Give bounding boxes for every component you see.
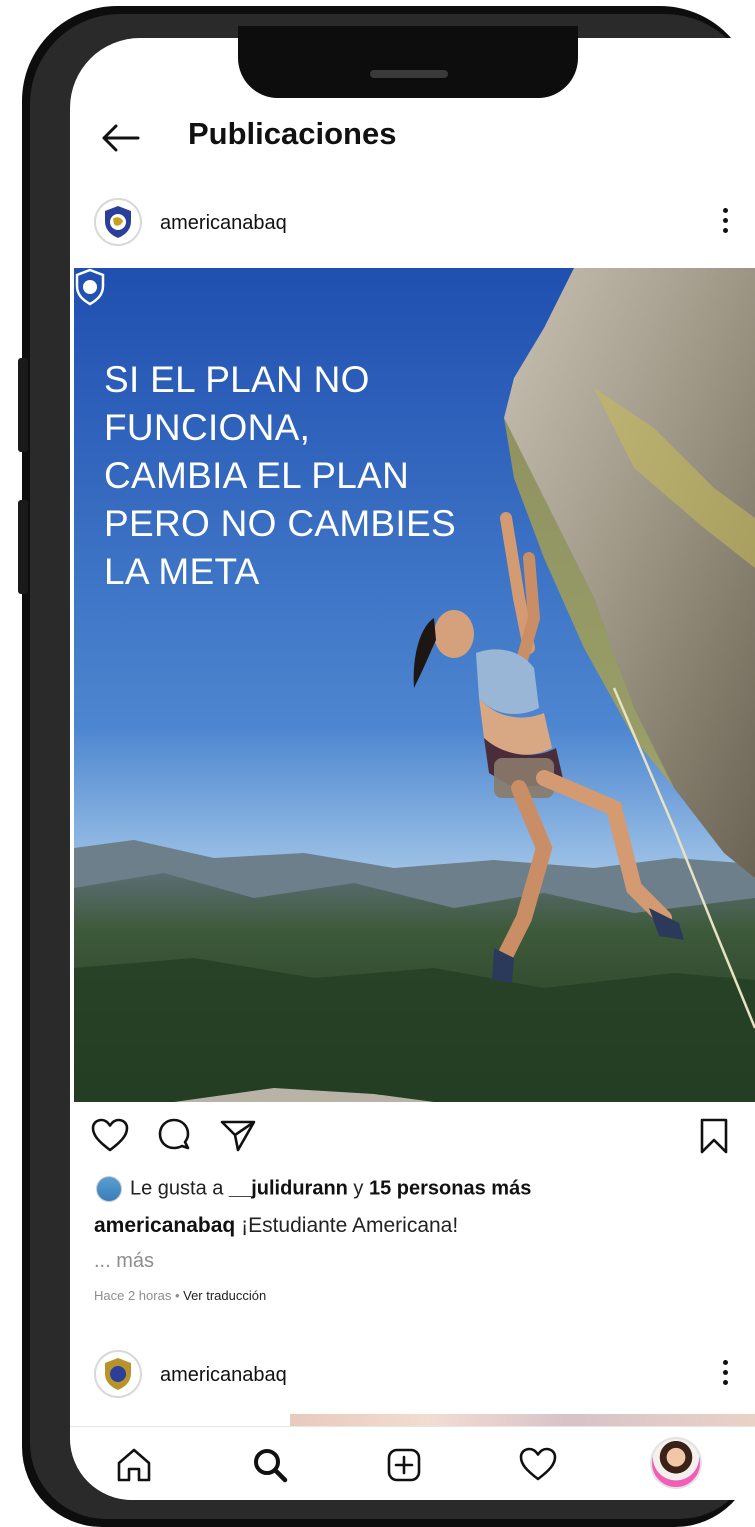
likes-count[interactable]: 15 personas más — [369, 1177, 531, 1199]
post-actions — [90, 1116, 740, 1158]
activity-heart-icon[interactable] — [518, 1445, 558, 1485]
post-image[interactable]: SI EL PLAN NO FUNCIONA, CAMBIA EL PLAN P… — [74, 268, 755, 1102]
profile-avatar[interactable] — [650, 1437, 702, 1489]
post-avatar[interactable] — [94, 1350, 142, 1398]
post-avatar[interactable] — [94, 198, 142, 246]
likes-summary[interactable]: Le gusta a __julidurann y 15 personas má… — [96, 1176, 531, 1202]
shield-logo-icon — [105, 206, 131, 238]
phone-notch — [238, 26, 578, 98]
phone-screen: Publicaciones americanabaq SI EL PLAN NO… — [70, 38, 755, 1500]
quote-line: FUNCIONA, — [104, 407, 311, 448]
heart-icon[interactable] — [90, 1116, 130, 1156]
shield-logo-icon — [105, 1358, 131, 1390]
comment-icon[interactable] — [154, 1116, 194, 1156]
quote-line: SI EL PLAN NO — [104, 359, 370, 400]
caption-username[interactable]: americanabaq — [94, 1214, 235, 1237]
quote-line: PERO NO CAMBIES — [104, 503, 456, 544]
caption-text: ¡Estudiante Americana! — [235, 1214, 459, 1237]
more-vertical-icon[interactable] — [722, 208, 730, 238]
bookmark-icon[interactable] — [694, 1116, 734, 1156]
quote-line: CAMBIA EL PLAN — [104, 455, 410, 496]
next-post-image-peek — [290, 1414, 755, 1426]
post-username[interactable]: americanabaq — [160, 1364, 287, 1387]
post-timestamp: Hace 2 horas • Ver traducción — [94, 1288, 266, 1303]
quote-line: LA META — [104, 551, 260, 592]
time-ago: Hace 2 horas — [94, 1288, 172, 1303]
search-icon[interactable] — [250, 1445, 290, 1485]
liker-username[interactable]: __julidurann — [229, 1177, 348, 1199]
back-arrow-icon[interactable] — [98, 120, 142, 156]
post-caption: americanabaq ¡Estudiante Americana! — [94, 1214, 458, 1238]
home-icon[interactable] — [114, 1445, 154, 1485]
volume-down-button — [18, 500, 28, 594]
send-icon[interactable] — [218, 1116, 258, 1156]
time-separator: • — [171, 1288, 184, 1303]
post-header: americanabaq — [94, 198, 744, 250]
translate-link[interactable]: Ver traducción — [183, 1288, 266, 1303]
likes-prefix: Le gusta a — [130, 1177, 229, 1200]
post-username[interactable]: americanabaq — [160, 212, 287, 235]
phone-speaker — [370, 70, 448, 78]
likes-and: y — [347, 1177, 369, 1200]
next-post-header: americanabaq — [94, 1350, 744, 1402]
watermark-shield-icon — [75, 268, 105, 306]
post-quote: SI EL PLAN NO FUNCIONA, CAMBIA EL PLAN P… — [104, 356, 514, 596]
caption-more-link[interactable]: ... más — [94, 1250, 154, 1273]
add-post-icon[interactable] — [384, 1445, 424, 1485]
volume-up-button — [18, 358, 28, 452]
bottom-navigation — [70, 1426, 755, 1500]
liker-avatar — [96, 1176, 122, 1202]
page-title: Publicaciones — [188, 116, 397, 151]
more-vertical-icon[interactable] — [722, 1360, 730, 1390]
